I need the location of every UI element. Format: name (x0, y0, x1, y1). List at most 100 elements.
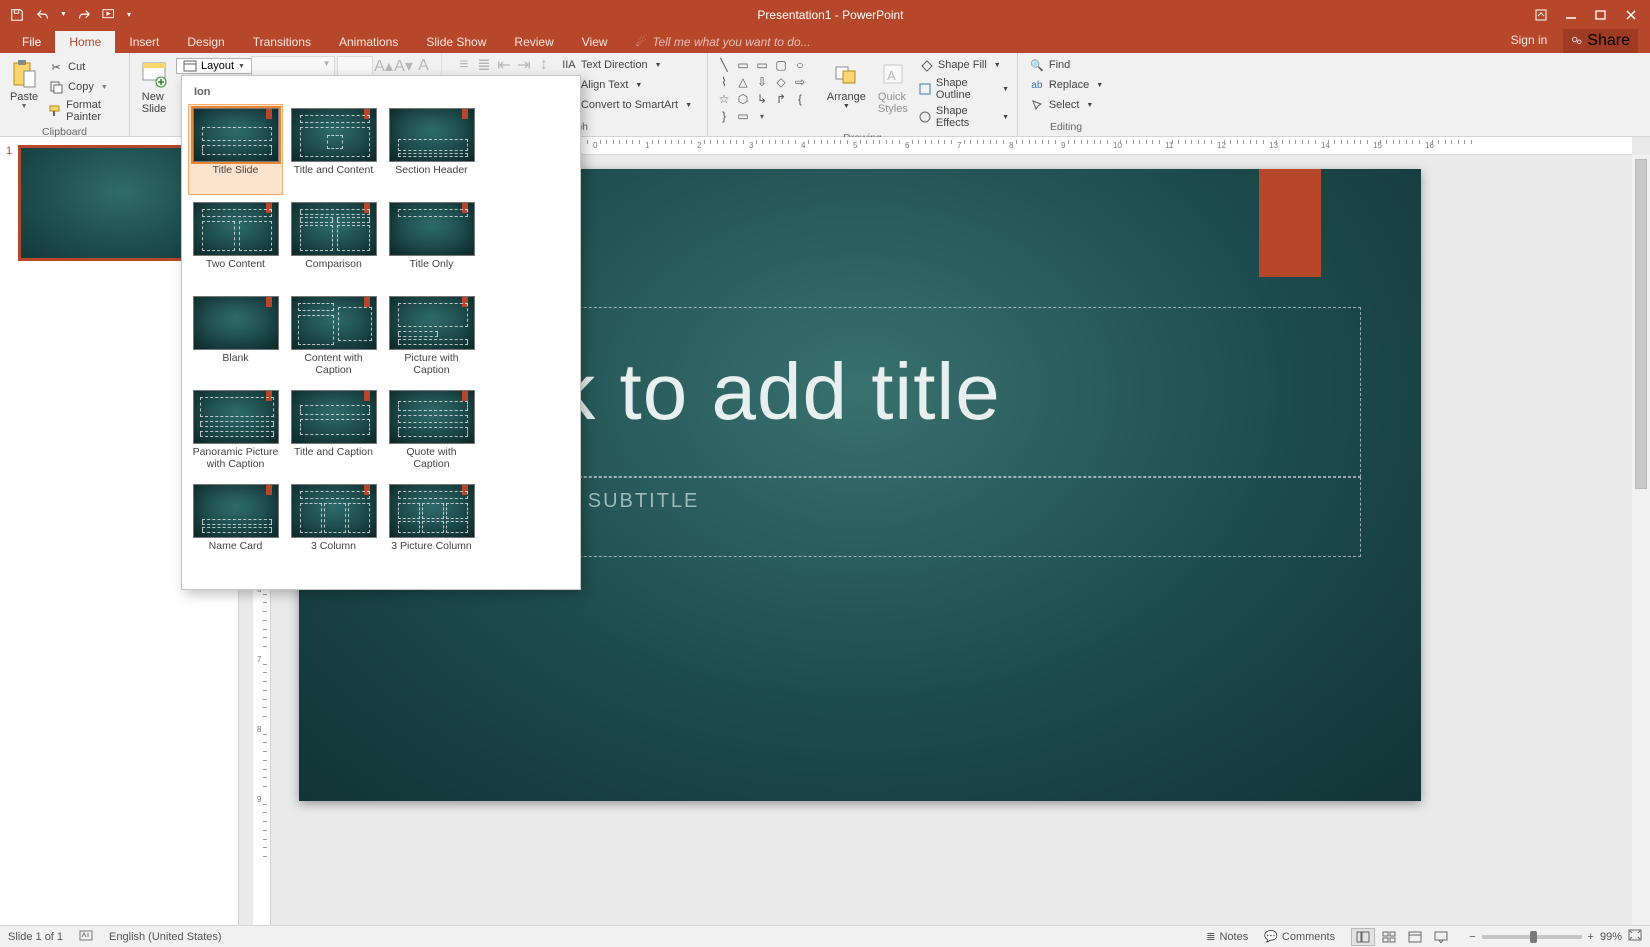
shape-arrowdown-icon[interactable]: ⇩ (754, 75, 770, 89)
shape-fill-button[interactable]: Shape Fill▼ (916, 56, 1011, 74)
undo-icon[interactable] (34, 6, 52, 24)
font-size-combo[interactable] (337, 56, 373, 76)
zoom-in-button[interactable]: + (1588, 931, 1594, 943)
shape-connector2-icon[interactable]: ↱ (773, 92, 789, 106)
zoom-out-button[interactable]: − (1469, 931, 1475, 943)
maximize-icon[interactable] (1594, 8, 1608, 22)
comments-button[interactable]: 💬Comments (1264, 930, 1335, 943)
zoom-slider-thumb[interactable] (1530, 931, 1537, 943)
slide-sorter-view-icon[interactable] (1377, 928, 1401, 946)
find-button[interactable]: 🔍Find (1027, 56, 1105, 74)
tell-me-search[interactable]: Tell me what you want to do... (622, 31, 825, 53)
shape-rect3-icon[interactable]: ▭ (735, 109, 751, 123)
spellcheck-icon[interactable] (79, 928, 93, 945)
shape-star-icon[interactable]: ☆ (716, 92, 732, 106)
shape-line-icon[interactable]: ╲ (716, 58, 732, 72)
ribbon-display-options-icon[interactable] (1534, 8, 1548, 22)
shape-diamond-icon[interactable]: ◇ (773, 75, 789, 89)
tab-transitions[interactable]: Transitions (239, 31, 325, 53)
normal-view-icon[interactable] (1351, 928, 1375, 946)
tab-view[interactable]: View (568, 31, 622, 53)
shape-rect2-icon[interactable]: ▭ (754, 58, 770, 72)
layout-option-picture-with-caption[interactable]: Picture with Caption (384, 292, 479, 383)
layout-option-label: Title and Caption (294, 447, 373, 473)
numbering-icon[interactable]: ≣ (475, 56, 493, 74)
close-icon[interactable] (1624, 8, 1638, 22)
layout-option-title-slide[interactable]: Title Slide (188, 104, 283, 195)
layout-option-section-header[interactable]: Section Header (384, 104, 479, 195)
shape-more-icon[interactable]: ▾ (754, 109, 770, 123)
shape-squiggle-icon[interactable]: ⌇ (716, 75, 732, 89)
layout-option-two-content[interactable]: Two Content (188, 198, 283, 289)
shape-effects-button[interactable]: Shape Effects▼ (916, 104, 1011, 130)
line-spacing-icon[interactable]: ↕ (535, 56, 553, 74)
start-from-beginning-icon[interactable] (101, 6, 119, 24)
paste-button[interactable]: Paste ▼ (6, 56, 42, 112)
bullets-icon[interactable]: ≡ (455, 56, 473, 74)
shape-roundrect-icon[interactable]: ▢ (773, 58, 789, 72)
replace-button[interactable]: abReplace▼ (1027, 76, 1105, 94)
tab-animations[interactable]: Animations (325, 31, 412, 53)
increase-font-icon[interactable]: A▴ (375, 57, 393, 75)
layout-option-name-card[interactable]: Name Card (188, 480, 283, 571)
font-name-combo[interactable]: ▼ (251, 56, 335, 76)
sign-in-link[interactable]: Sign in (1505, 29, 1554, 53)
shape-brace-icon[interactable]: { (792, 92, 808, 106)
shape-triangle-icon[interactable]: △ (735, 75, 751, 89)
layout-option-blank[interactable]: Blank (188, 292, 283, 383)
vertical-scrollbar[interactable] (1632, 155, 1650, 925)
layout-option-comparison[interactable]: Comparison (286, 198, 381, 289)
copy-button[interactable]: Copy▼ (46, 78, 123, 96)
shapes-gallery[interactable]: ╲ ▭ ▭ ▢ ○ ⌇ △ ⇩ ◇ ⇨ ☆ ⬡ ↳ ↱ { } ▭ ▾ (714, 56, 819, 125)
tab-file[interactable]: File (8, 31, 55, 53)
slideshow-view-icon[interactable] (1429, 928, 1453, 946)
layout-option-3-column[interactable]: 3 Column (286, 480, 381, 571)
status-language[interactable]: English (United States) (109, 931, 222, 943)
tab-review[interactable]: Review (500, 31, 567, 53)
share-button[interactable]: Share (1563, 29, 1638, 53)
layout-option-panoramic-picture-with-caption[interactable]: Panoramic Picture with Caption (188, 386, 283, 477)
quick-styles-button[interactable]: A Quick Styles (874, 56, 912, 117)
shape-hex-icon[interactable]: ⬡ (735, 92, 751, 106)
shape-outline-button[interactable]: Shape Outline▼ (916, 76, 1011, 102)
layout-option-title-and-content[interactable]: Title and Content (286, 104, 381, 195)
undo-dropdown[interactable]: ▼ (60, 11, 67, 18)
zoom-level[interactable]: 99% (1600, 931, 1622, 943)
cut-button[interactable]: ✂Cut (46, 58, 123, 76)
qat-customize[interactable]: ▾ (127, 10, 131, 19)
scrollbar-thumb[interactable] (1635, 159, 1647, 489)
increase-indent-icon[interactable]: ⇥ (515, 56, 533, 74)
select-button[interactable]: Select▼ (1027, 96, 1105, 114)
zoom-slider[interactable] (1482, 935, 1582, 939)
format-painter-button[interactable]: Format Painter (46, 98, 123, 124)
new-slide-button[interactable]: New Slide (136, 56, 172, 117)
tab-design[interactable]: Design (173, 31, 238, 53)
decrease-indent-icon[interactable]: ⇤ (495, 56, 513, 74)
clear-formatting-icon[interactable]: A (415, 57, 433, 75)
new-slide-label: New Slide (142, 91, 166, 115)
arrange-button[interactable]: Arrange▼ (823, 56, 870, 112)
redo-icon[interactable] (75, 6, 93, 24)
shape-oval-icon[interactable]: ○ (792, 58, 808, 72)
tab-home[interactable]: Home (55, 31, 115, 53)
text-direction-button[interactable]: IIAText Direction▼ (559, 56, 694, 74)
layout-option-title-only[interactable]: Title Only (384, 198, 479, 289)
save-icon[interactable] (8, 6, 26, 24)
decrease-font-icon[interactable]: A▾ (395, 57, 413, 75)
layout-option-content-with-caption[interactable]: Content with Caption (286, 292, 381, 383)
fit-to-window-icon[interactable] (1628, 929, 1642, 944)
shape-connector-icon[interactable]: ↳ (754, 92, 770, 106)
status-slide-count[interactable]: Slide 1 of 1 (8, 931, 63, 943)
layout-option-3-picture-column[interactable]: 3 Picture Column (384, 480, 479, 571)
shape-rect-icon[interactable]: ▭ (735, 58, 751, 72)
tab-slideshow[interactable]: Slide Show (412, 31, 500, 53)
reading-view-icon[interactable] (1403, 928, 1427, 946)
minimize-icon[interactable] (1564, 8, 1578, 22)
layout-option-quote-with-caption[interactable]: Quote with Caption (384, 386, 479, 477)
shape-arrow-icon[interactable]: ⇨ (792, 75, 808, 89)
notes-button[interactable]: ≣Notes (1206, 930, 1248, 943)
shape-brace2-icon[interactable]: } (716, 109, 732, 123)
layout-button[interactable]: Layout ▼ (176, 58, 252, 74)
tab-insert[interactable]: Insert (115, 31, 173, 53)
layout-option-title-and-caption[interactable]: Title and Caption (286, 386, 381, 477)
